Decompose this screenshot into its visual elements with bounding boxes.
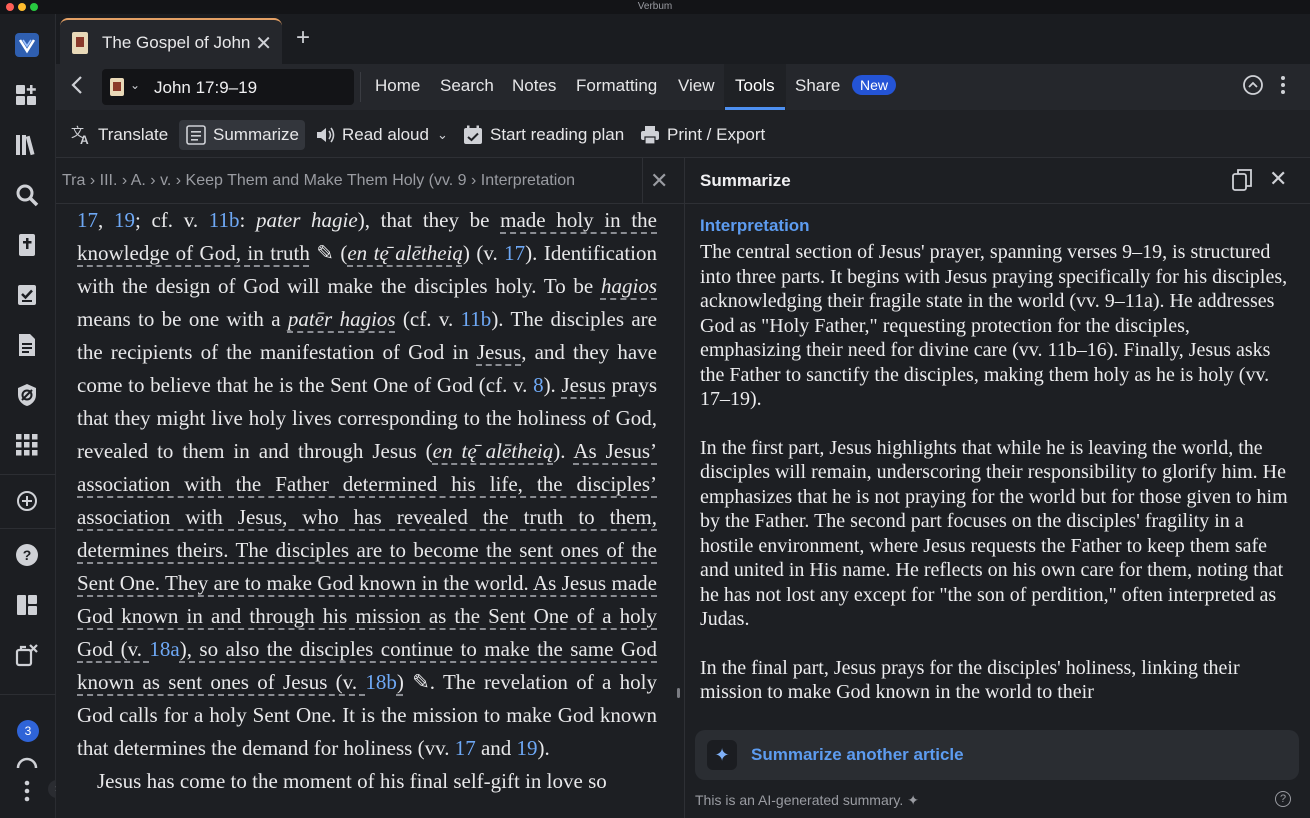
verse-link[interactable]: 18b — [365, 670, 397, 694]
pane-resize-handle[interactable] — [677, 688, 680, 698]
svg-text:?: ? — [23, 547, 32, 563]
menu-search[interactable]: Search — [440, 76, 494, 96]
sparkle-icon: ✦ — [907, 792, 920, 808]
next-paragraph: Jesus has come to the moment of his fina… — [97, 769, 607, 793]
apps-grid-icon[interactable] — [12, 430, 42, 460]
verse-link[interactable]: 19 — [114, 208, 135, 232]
calendar-check-icon — [464, 125, 482, 144]
book-cover-icon — [110, 78, 124, 96]
tab-close-icon[interactable]: ✕ — [255, 31, 272, 56]
tab-strip: The Gospel of John ✕ + — [56, 14, 1310, 64]
translate-label: Translate — [98, 125, 169, 144]
tab-label: The Gospel of John — [102, 33, 251, 52]
more-vertical-icon[interactable] — [1276, 74, 1290, 101]
reading-plan-label: Start reading plan — [490, 125, 625, 144]
summary-paragraph: In the final part, Jesus prays for the d… — [700, 656, 1240, 704]
reference-input[interactable]: John 17:9–19 — [154, 78, 257, 98]
article-text: 17, 19; cf. v. 11b: pater hagie), that t… — [77, 204, 657, 798]
note-marker-icon[interactable]: ✎ ( — [310, 241, 347, 265]
verse-link[interactable]: 11b — [209, 208, 240, 232]
verse-link[interactable]: 19 — [517, 736, 538, 760]
rail-divider — [0, 474, 56, 475]
left-rail: ? 3 — [0, 14, 56, 818]
speaker-icon — [317, 127, 335, 143]
menu-view[interactable]: View — [678, 76, 715, 96]
summary-paragraph: The central section of Jesus' prayer, sp… — [700, 241, 1288, 410]
new-tab-button[interactable]: + — [296, 26, 310, 50]
search-icon[interactable] — [12, 180, 42, 210]
print-export-button[interactable]: Print / Export — [639, 120, 765, 150]
highlighted-text[interactable]: As Jesus’ association with the Father de… — [77, 439, 657, 661]
reader-pane: Tra › III. › A. › v. › Keep Them and Mak… — [56, 158, 684, 818]
reference-box[interactable]: ⌄ John 17:9–19 — [102, 69, 354, 105]
summarize-another-article-button[interactable]: ✦ Summarize another article — [695, 730, 1299, 780]
summarize-button[interactable]: Summarize — [179, 120, 305, 150]
help-icon[interactable]: ? — [1275, 791, 1291, 807]
divider — [642, 158, 643, 204]
verse-link[interactable]: 18a — [149, 637, 179, 661]
summary-panel: Summarize ✕ Interpretation The central s… — [685, 158, 1310, 818]
new-badge: New — [852, 75, 897, 95]
summary-close-icon[interactable]: ✕ — [1269, 166, 1287, 192]
breadcrumb-close-icon[interactable]: ✕ — [650, 168, 668, 194]
verse-link[interactable]: 8 — [533, 373, 544, 397]
ai-disclaimer: This is an AI-generated summary. ✦ — [695, 792, 920, 808]
summary-paragraph: In the first part, Jesus highlights that… — [700, 436, 1288, 631]
tools-toolbar: 文A Translate Summarize Read aloud ⌄ Star… — [56, 110, 1310, 158]
back-icon[interactable] — [70, 74, 84, 102]
verse-link[interactable]: 11b — [461, 307, 492, 331]
tasks-icon[interactable] — [12, 280, 42, 310]
printer-icon — [641, 126, 659, 145]
app-title: Verbum — [637, 1, 673, 12]
translate-button[interactable]: 文A Translate — [70, 120, 168, 150]
print-export-label: Print / Export — [667, 125, 766, 144]
rail-divider — [0, 528, 56, 529]
svg-text:A: A — [80, 133, 89, 146]
verbum-logo-icon[interactable] — [12, 30, 42, 60]
menu-formatting[interactable]: Formatting — [576, 76, 657, 96]
summary-section-heading: Interpretation — [700, 216, 810, 235]
summarize-icon — [186, 125, 206, 145]
copy-icon[interactable] — [1231, 168, 1253, 197]
more-vertical-icon[interactable] — [12, 776, 42, 806]
verse-link[interactable]: 17 — [504, 241, 525, 265]
help-icon[interactable]: ? — [12, 540, 42, 570]
library-icon[interactable] — [12, 130, 42, 160]
menu-share[interactable]: Share — [795, 76, 840, 96]
chevron-down-icon[interactable]: ⌄ — [130, 78, 140, 92]
dashboard-add-icon[interactable] — [12, 80, 42, 110]
menu-home[interactable]: Home — [375, 76, 420, 96]
rail-divider — [0, 694, 56, 695]
breadcrumb-path[interactable]: Tra › III. › A. › v. › Keep Them and Mak… — [62, 172, 575, 190]
chevron-down-icon[interactable]: ⌄ — [437, 127, 448, 143]
verse-link[interactable]: 17 — [77, 208, 98, 232]
summary-title: Summarize — [700, 171, 791, 190]
summary-content: Interpretation The central section of Je… — [700, 216, 1290, 711]
document-icon[interactable] — [12, 330, 42, 360]
book-cover-icon — [72, 32, 88, 54]
collapse-up-icon[interactable] — [1242, 74, 1264, 101]
summarize-label: Summarize — [213, 125, 299, 144]
menu-tools[interactable]: Tools — [735, 76, 775, 96]
navigation-bar: ⌄ John 17:9–19 Home Search Notes Formatt… — [56, 64, 1310, 110]
divider — [360, 72, 361, 102]
add-circle-icon[interactable] — [12, 486, 42, 516]
notification-badge[interactable]: 3 — [17, 720, 39, 742]
read-aloud-button[interactable]: Read aloud ⌄ — [314, 120, 448, 150]
summary-header: Summarize ✕ — [685, 158, 1310, 204]
translate-icon: 文A — [71, 125, 89, 146]
bible-icon[interactable] — [12, 230, 42, 260]
sparkle-icon: ✦ — [707, 740, 737, 770]
start-reading-plan-button[interactable]: Start reading plan — [462, 120, 624, 150]
verse-link[interactable]: 17 — [455, 736, 476, 760]
shield-icon[interactable] — [12, 380, 42, 410]
window-titlebar: Verbum — [0, 0, 1310, 14]
summarize-another-label: Summarize another article — [751, 745, 964, 764]
tab-gospel-of-john[interactable]: The Gospel of John ✕ — [60, 18, 282, 64]
read-aloud-label: Read aloud — [342, 125, 429, 144]
menu-notes[interactable]: Notes — [512, 76, 556, 96]
close-panels-icon[interactable] — [12, 640, 42, 670]
layout-icon[interactable] — [12, 590, 42, 620]
breadcrumb: Tra › III. › A. › v. › Keep Them and Mak… — [56, 158, 684, 204]
